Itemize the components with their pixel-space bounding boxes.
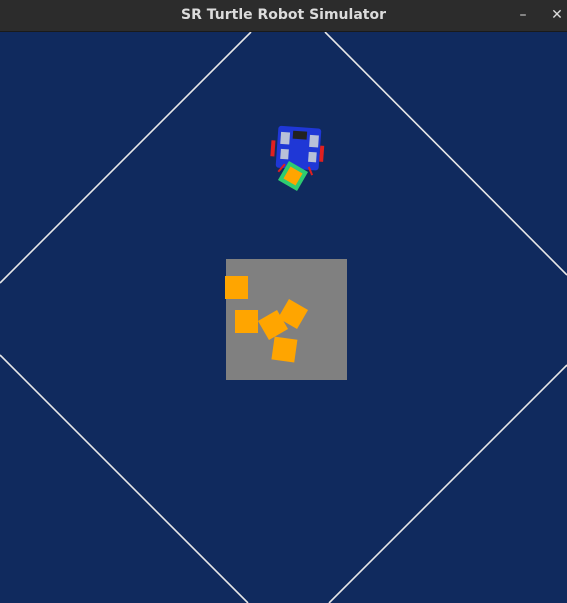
token[interactable] <box>225 276 248 299</box>
arena-canvas[interactable] <box>0 32 567 603</box>
minimize-button[interactable]: – <box>509 0 537 32</box>
robot-panel <box>308 151 317 163</box>
minimize-icon: – <box>519 7 527 23</box>
simulator-window: SR Turtle Robot Simulator – ✕ <box>0 0 567 603</box>
window-title: SR Turtle Robot Simulator <box>181 7 386 23</box>
token[interactable] <box>271 336 298 363</box>
robot-sensor <box>292 130 308 140</box>
close-icon: ✕ <box>551 7 563 23</box>
token[interactable] <box>235 310 258 333</box>
robot-panel <box>280 148 289 160</box>
robot-panel <box>280 131 291 145</box>
robot-panel <box>309 134 319 148</box>
title-bar: SR Turtle Robot Simulator – ✕ <box>0 0 567 32</box>
close-button[interactable]: ✕ <box>543 0 567 32</box>
